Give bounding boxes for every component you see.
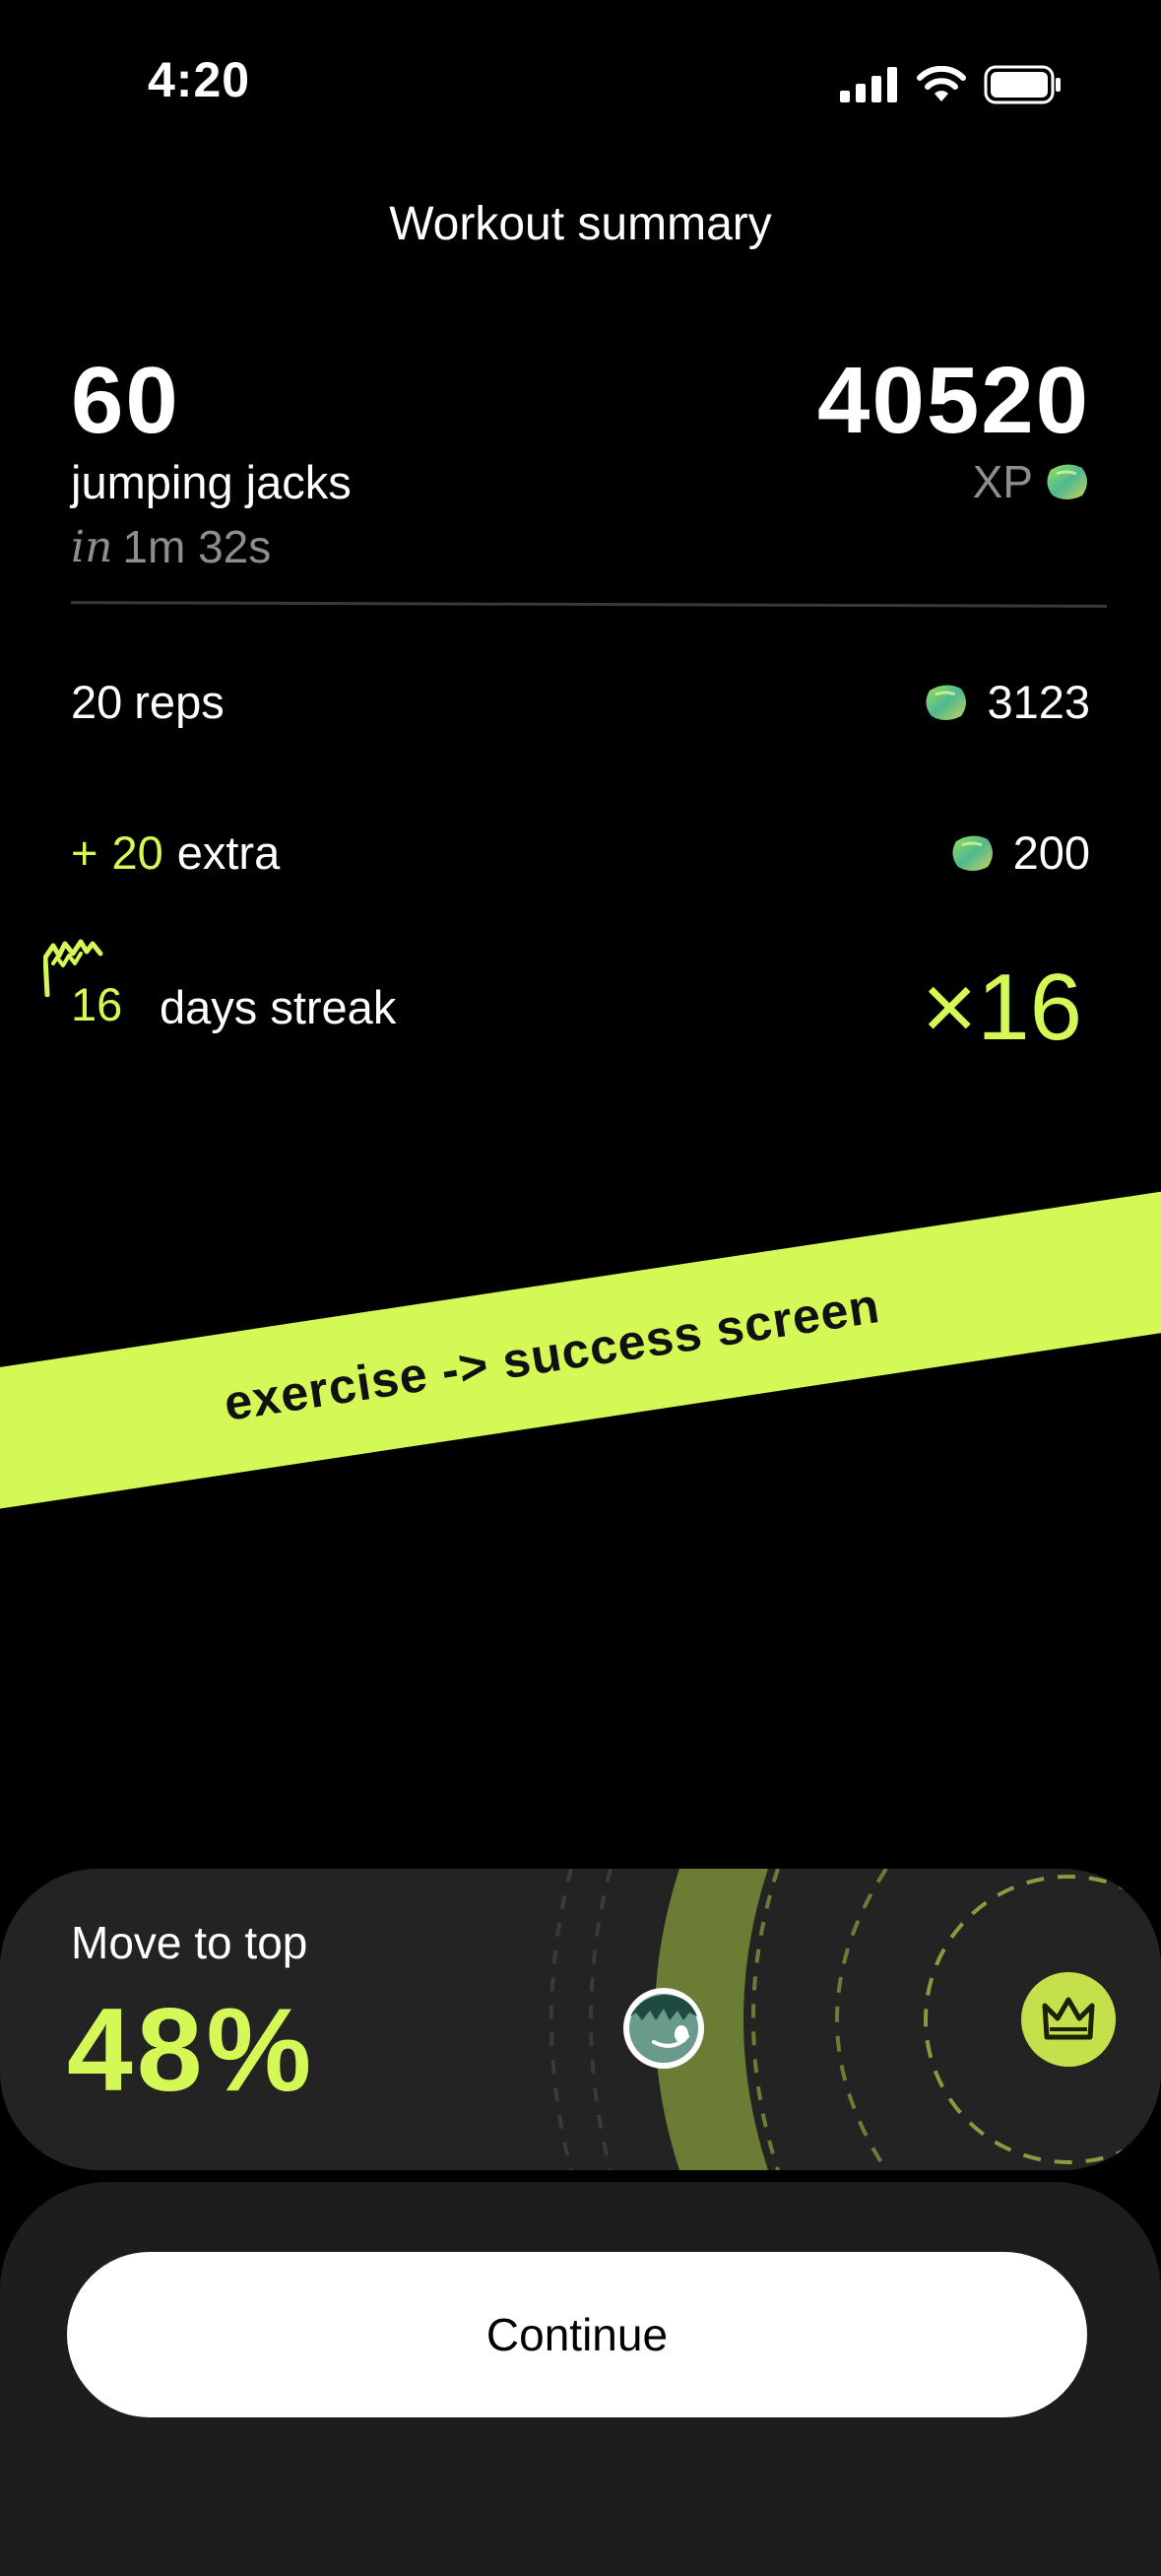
extra-xp-value: 200: [1012, 826, 1090, 879]
page-title: Workout summary: [389, 198, 772, 250]
banner: exercise -> success screen: [0, 1182, 1161, 1515]
gem-icon: [926, 684, 967, 720]
duration-prefix: in: [71, 521, 113, 572]
avatar: [623, 1988, 704, 2069]
extra-xp: 200: [950, 826, 1090, 880]
streak-multiplier: ×16: [922, 955, 1082, 1060]
reps-value: 20: [71, 676, 123, 728]
gem-icon: [952, 834, 993, 871]
reps-label: reps: [134, 676, 225, 728]
gem-icon: [1047, 464, 1087, 499]
wifi-icon: [917, 66, 966, 101]
duration-value: 1m 32s: [122, 521, 272, 572]
status-icons: [840, 63, 1063, 106]
extra-row: + 20 extra: [71, 826, 280, 880]
streak-label: days streak: [160, 980, 397, 1033]
reps-xp-value: 3123: [987, 676, 1090, 728]
banner-text: exercise -> success screen: [220, 1278, 884, 1431]
extra-label: extra: [176, 826, 281, 879]
streak-value: 16: [71, 978, 123, 1030]
reps-xp: 3123: [924, 675, 1090, 729]
rank-label: Move to top: [71, 1917, 308, 1968]
exercise-name: jumping jacks: [71, 456, 352, 508]
extra-value: 20: [111, 826, 163, 879]
reps-row: 20 reps: [71, 675, 225, 729]
battery-icon: [984, 65, 1061, 104]
rank-card[interactable]: Move to top 48%: [0, 1869, 1161, 2170]
streak-row: 16 days streak: [43, 939, 397, 1036]
xp-label-text: XP: [972, 456, 1033, 507]
rank-percent: 48%: [67, 1984, 316, 2116]
continue-button[interactable]: Continue: [67, 2252, 1087, 2417]
status-time: 4:20: [148, 52, 251, 107]
divider: [70, 601, 1108, 608]
streak-value-wrap: 16: [43, 939, 122, 1036]
duration: in 1m 32s: [71, 520, 271, 573]
signal-icon: [840, 67, 897, 102]
extra-plus: +: [71, 826, 98, 879]
exercise-count: 60: [71, 348, 180, 453]
xp-total: 40520: [817, 348, 1090, 453]
crown-icon: [1021, 1972, 1116, 2067]
xp-label: XP: [973, 455, 1090, 508]
